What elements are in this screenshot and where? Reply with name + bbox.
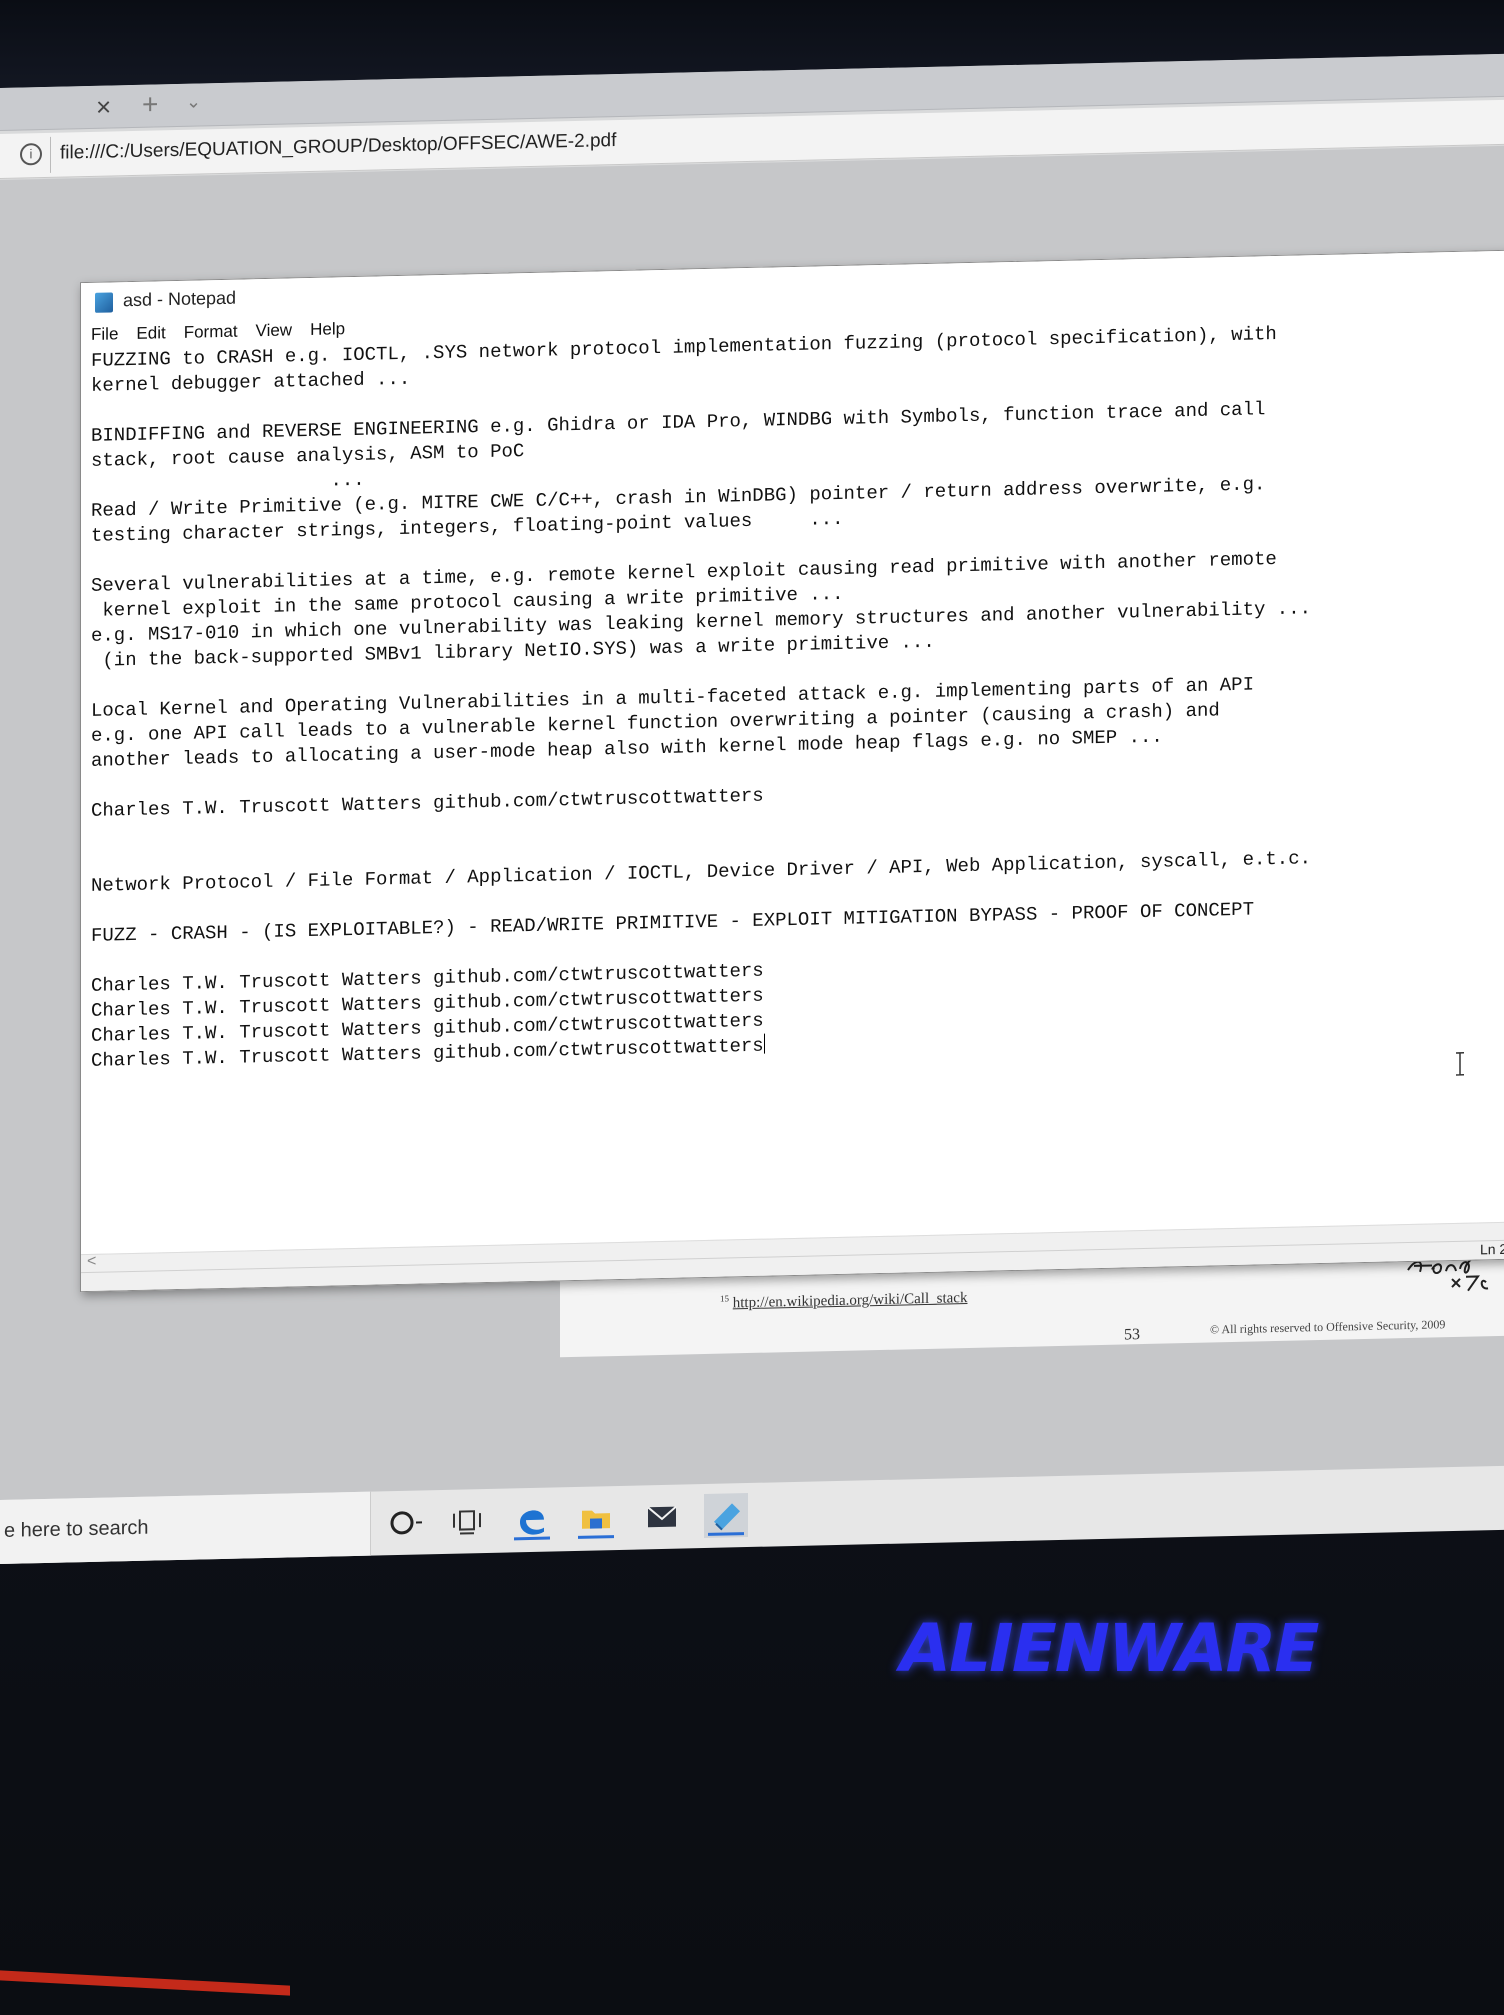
search-placeholder[interactable]: e here to search [4, 1517, 149, 1543]
menu-format[interactable]: Format [184, 322, 238, 347]
notepad-app-icon [95, 292, 113, 313]
mail-icon[interactable] [640, 1494, 684, 1539]
text-cursor-icon [1456, 1052, 1464, 1076]
taskbar-search[interactable]: e here to search [0, 1491, 371, 1564]
notepad-icon-button[interactable] [704, 1493, 748, 1539]
red-accent-edge [0, 1970, 290, 1996]
laptop-screen: × + ⌄ i file:///C:/Users/EQUATION_GROUP/… [0, 53, 1504, 1558]
footnote-number: 15 [720, 1293, 729, 1304]
tab-list-chevron-icon[interactable]: ⌄ [186, 91, 201, 112]
info-icon[interactable]: i [20, 143, 42, 166]
task-view-icon[interactable] [446, 1499, 490, 1544]
menu-view[interactable]: View [256, 320, 293, 345]
alienware-logo: ALIENWARE [900, 1610, 1319, 1687]
window-title: asd - Notepad [123, 287, 237, 311]
notepad-text-area[interactable]: FUZZING to CRASH e.g. IOCTL, .SYS networ… [91, 317, 1491, 1229]
edge-icon-button[interactable] [510, 1497, 554, 1542]
cortana-icon[interactable] [384, 1500, 428, 1545]
menu-help[interactable]: Help [310, 319, 345, 344]
text-caret [763, 1033, 765, 1054]
menu-edit[interactable]: Edit [136, 323, 165, 348]
scroll-left-icon[interactable]: < [87, 1253, 96, 1271]
photo-scene: × + ⌄ i file:///C:/Users/EQUATION_GROUP/… [0, 0, 1504, 2015]
new-tab-icon[interactable]: + [142, 88, 158, 120]
address-url[interactable]: file:///C:/Users/EQUATION_GROUP/Desktop/… [60, 130, 616, 165]
address-divider [50, 136, 51, 173]
menu-file[interactable]: File [91, 324, 118, 349]
close-tab-icon[interactable]: × [96, 91, 111, 122]
notepad-window[interactable]: asd - Notepad File Edit Format View Help… [80, 249, 1504, 1293]
line-number-status: Ln 29 [1479, 1240, 1504, 1258]
file-explorer-icon-button[interactable] [574, 1496, 618, 1541]
page-number: 53 [1124, 1326, 1140, 1344]
